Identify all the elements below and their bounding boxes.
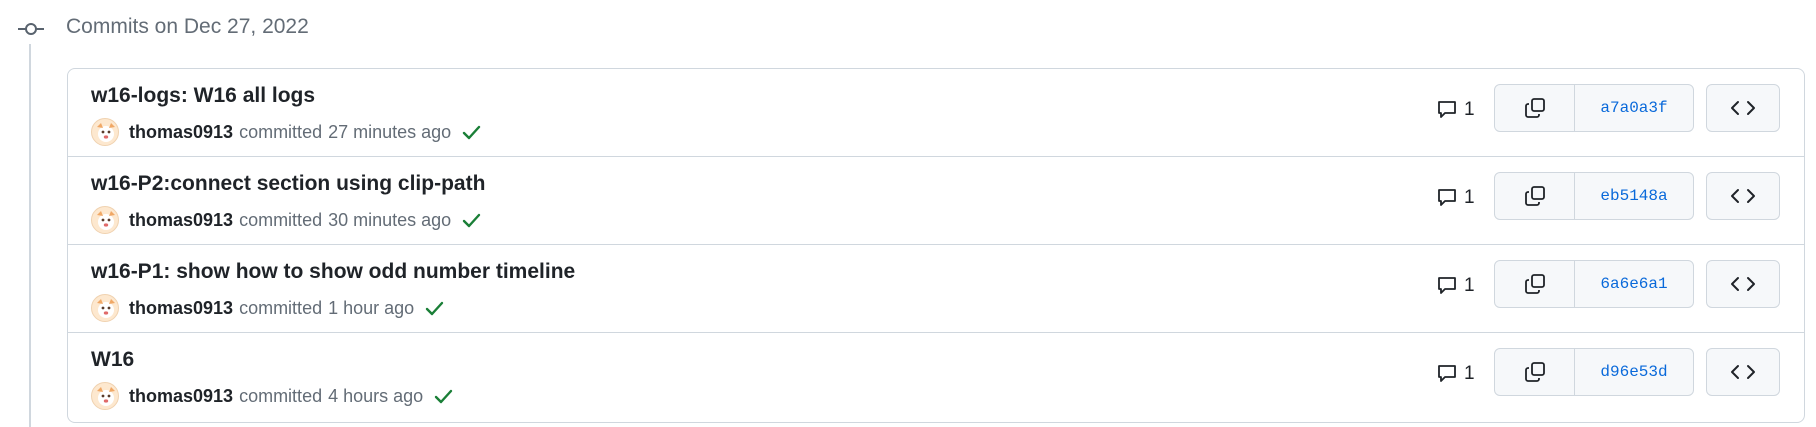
commit-row: w16-P1: show how to show odd number time… [68,245,1804,333]
avatar[interactable] [91,118,119,146]
comment-icon [1438,101,1456,118]
code-icon [1731,365,1755,379]
commit-verb: committed [239,209,323,230]
comments-link[interactable]: 1 [1436,187,1475,209]
commit-author[interactable]: thomas0913 [129,210,233,231]
browse-repo-button[interactable] [1706,260,1780,308]
commit-time[interactable]: 1 hour ago [328,298,414,319]
commit-row: W16 thomas0913 committed 4 hours ago 1 d… [68,333,1804,421]
comments-link[interactable]: 1 [1436,99,1475,121]
commit-time[interactable]: 30 minutes ago [328,210,451,231]
browse-repo-button[interactable] [1706,172,1780,220]
avatar[interactable] [91,382,119,410]
commit-row: w16-logs: W16 all logs thomas0913 commit… [68,69,1804,157]
code-icon [1731,277,1755,291]
comment-count: 1 [1464,99,1475,120]
comment-count: 1 [1464,187,1475,208]
comments-link[interactable]: 1 [1436,363,1475,385]
commit-author[interactable]: thomas0913 [129,386,233,407]
commit-group-header: Commits on Dec 27, 2022 [0,0,1816,58]
check-icon[interactable] [461,122,481,142]
comment-icon [1438,277,1456,294]
git-commit-icon [18,23,44,35]
commit-time[interactable]: 4 hours ago [328,386,423,407]
commit-verb: committed [239,121,323,142]
copy-icon [1524,186,1545,206]
commit-sha-link[interactable]: a7a0a3f [1575,85,1693,131]
commit-title-link[interactable]: W16 [91,348,134,372]
copy-icon [1524,274,1545,294]
timeline-line [29,44,31,427]
commit-row: w16-P2:connect section using clip-path t… [68,157,1804,245]
commit-time[interactable]: 27 minutes ago [328,122,451,143]
commit-title-link[interactable]: w16-P1: show how to show odd number time… [91,260,575,284]
sha-button-group: d96e53d [1494,348,1694,396]
commit-list: w16-logs: W16 all logs thomas0913 commit… [67,68,1805,423]
code-icon [1731,189,1755,203]
avatar[interactable] [91,206,119,234]
commit-sha-link[interactable]: eb5148a [1575,173,1693,219]
copy-sha-button[interactable] [1495,261,1575,307]
comment-count: 1 [1464,363,1475,384]
comments-link[interactable]: 1 [1436,275,1475,297]
check-icon[interactable] [461,210,481,230]
commit-verb: committed [239,385,323,406]
check-icon[interactable] [433,386,453,406]
commit-sha-link[interactable]: 6a6e6a1 [1575,261,1693,307]
copy-icon [1524,98,1545,118]
copy-sha-button[interactable] [1495,349,1575,395]
comment-icon [1438,189,1456,206]
commit-verb: committed [239,297,323,318]
copy-icon [1524,362,1545,382]
commit-title-link[interactable]: w16-P2:connect section using clip-path [91,172,485,196]
commit-title-link[interactable]: w16-logs: W16 all logs [91,84,315,108]
commit-author[interactable]: thomas0913 [129,298,233,319]
browse-repo-button[interactable] [1706,84,1780,132]
sha-button-group: a7a0a3f [1494,84,1694,132]
commit-meta: thomas0913 committed 30 minutes ago [91,205,481,235]
comment-count: 1 [1464,275,1475,296]
commit-meta: thomas0913 committed 27 minutes ago [91,117,481,147]
commit-meta: thomas0913 committed 1 hour ago [91,293,444,323]
code-icon [1731,101,1755,115]
commit-sha-link[interactable]: d96e53d [1575,349,1693,395]
copy-sha-button[interactable] [1495,85,1575,131]
comment-icon [1438,365,1456,382]
commit-author[interactable]: thomas0913 [129,122,233,143]
check-icon[interactable] [424,298,444,318]
commit-meta: thomas0913 committed 4 hours ago [91,381,453,411]
sha-button-group: eb5148a [1494,172,1694,220]
avatar[interactable] [91,294,119,322]
commit-group-title: Commits on Dec 27, 2022 [66,15,309,38]
browse-repo-button[interactable] [1706,348,1780,396]
copy-sha-button[interactable] [1495,173,1575,219]
sha-button-group: 6a6e6a1 [1494,260,1694,308]
